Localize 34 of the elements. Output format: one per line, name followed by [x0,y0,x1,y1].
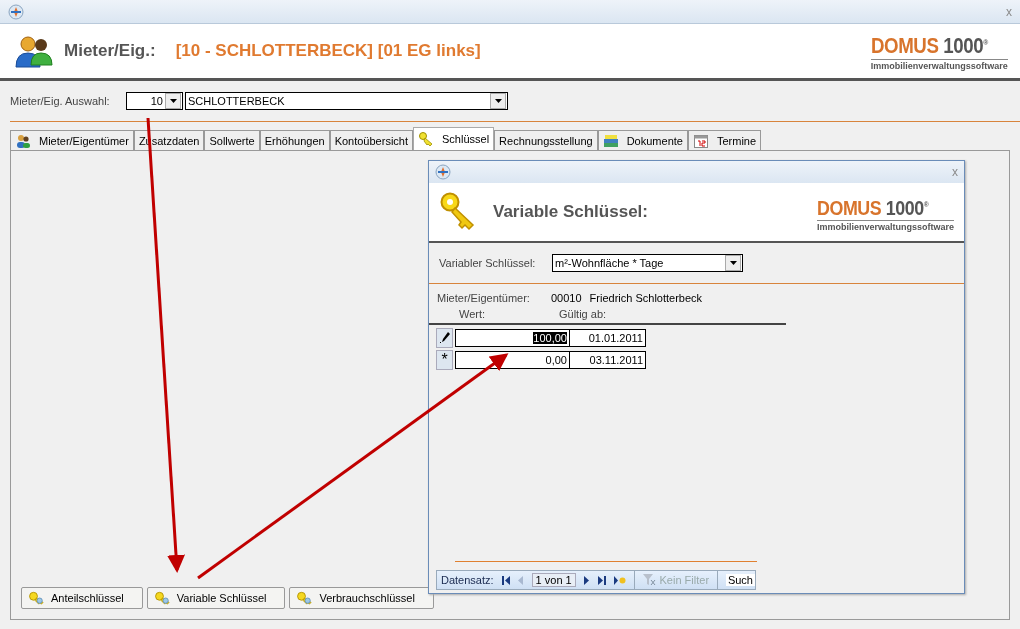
owner-number: 00010 [551,292,582,304]
record-title: [10 - SCHLOTTERBECK] [01 EG links] [175,41,481,61]
tab[interactable]: Mieter/Eigentümer [10,130,134,150]
tab[interactable]: Termine [687,130,762,150]
record-position-field[interactable]: 1 von 1 [531,573,576,587]
tab[interactable]: Erhöhungen [259,130,330,150]
tab[interactable]: Kontoübersicht [329,130,413,150]
column-header: Wert: [459,308,487,322]
row-selector[interactable]: * [436,350,453,370]
date-cell[interactable]: 01.01.2011 [569,329,646,347]
key-button[interactable]: Variable Schlüssel [146,587,286,609]
key-dropdown[interactable]: m²-Wohnfläche * Tage [552,254,743,272]
selection-label: Mieter/Eig. Auswahl: [10,95,111,107]
value-cell[interactable]: 0,00 [455,351,570,369]
tab[interactable]: Dokumente [597,130,688,150]
name-dropdown[interactable]: SCHLOTTERBECK [185,92,508,110]
owner-label: Mieter/Eigentümer: [437,292,531,304]
navigator-label: Datensatz: [441,574,494,586]
tab[interactable]: Rechnungsstellung [494,130,598,150]
key-button[interactable]: Anteilschlüssel [21,587,143,609]
owner-name: Friedrich Schlotterbeck [589,292,703,304]
column-header: Gültig ab: [559,308,607,322]
code-dropdown[interactable]: 10 [126,92,183,110]
domus-logo: DOMUS 1000$^{®}$ Immobilienverwaltungssoftware [816,194,954,232]
search-field[interactable]: Such [725,574,755,586]
tab[interactable]: Schlüssel [413,127,495,150]
value-cell[interactable]: 100,00 [455,329,570,347]
dialog-title: Variable Schlüssel: [493,202,648,222]
tab[interactable]: Sollwerte [204,130,260,150]
key-button[interactable]: Verbrauchschlüssel [289,587,434,609]
header-label: Mieter/Eig.: [64,41,156,61]
key-label: Variabler Schlüssel: [439,257,537,269]
domus-logo: DOMUS 1000$^{®}$ Immobilienverwaltungssoftware [870,32,1008,71]
date-cell[interactable]: 03.11.2011 [569,351,646,369]
